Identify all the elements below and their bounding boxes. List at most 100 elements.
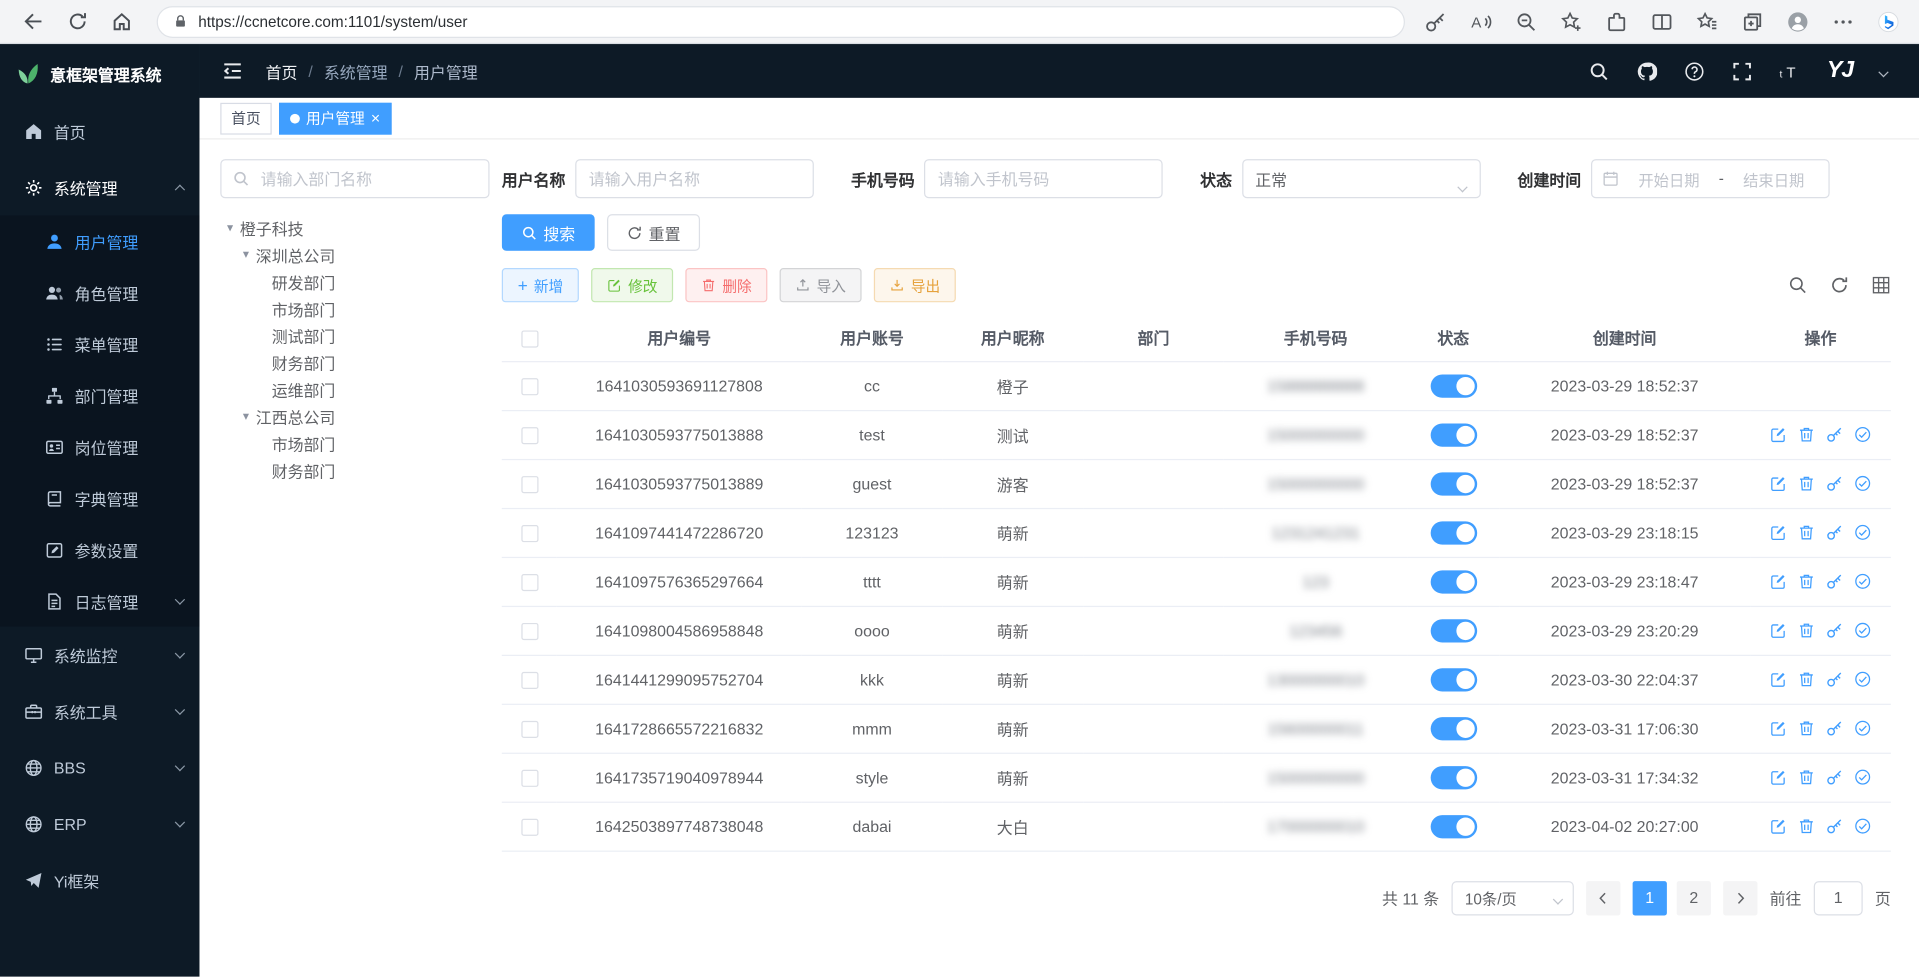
date-range-picker[interactable]: 开始日期 - 结束日期 bbox=[1591, 159, 1830, 198]
sidebar-item-system-management[interactable]: 系统管理 bbox=[0, 159, 199, 215]
menu-fold-icon[interactable] bbox=[222, 60, 244, 82]
breadcrumb-item[interactable]: 系统管理 bbox=[324, 59, 388, 82]
sidebar-item-dict-management[interactable]: 字典管理 bbox=[0, 472, 199, 523]
prev-page-button[interactable] bbox=[1586, 881, 1620, 915]
row-checkbox[interactable] bbox=[521, 623, 538, 640]
sidebar-item-param-settings[interactable]: 参数设置 bbox=[0, 524, 199, 575]
page-button-1[interactable]: 1 bbox=[1633, 881, 1667, 915]
profile-avatar[interactable] bbox=[1787, 10, 1809, 32]
assign-role-icon[interactable] bbox=[1854, 524, 1871, 541]
assign-role-icon[interactable] bbox=[1854, 475, 1871, 492]
tree-node[interactable]: 市场部门 bbox=[220, 295, 489, 322]
reset-password-icon[interactable] bbox=[1826, 818, 1843, 835]
delete-icon[interactable] bbox=[1798, 426, 1815, 443]
tab-close-icon[interactable]: × bbox=[371, 110, 380, 126]
refresh-icon[interactable] bbox=[1830, 275, 1850, 295]
delete-icon[interactable] bbox=[1798, 524, 1815, 541]
row-checkbox[interactable] bbox=[521, 427, 538, 444]
row-checkbox[interactable] bbox=[521, 672, 538, 689]
tab-user-management[interactable]: 用户管理× bbox=[279, 102, 391, 134]
select-all-checkbox[interactable] bbox=[521, 330, 538, 347]
assign-role-icon[interactable] bbox=[1854, 622, 1871, 639]
delete-icon[interactable] bbox=[1798, 818, 1815, 835]
breadcrumb-item[interactable]: 首页 bbox=[266, 59, 298, 82]
tree-expand-caret-icon[interactable]: ▾ bbox=[236, 409, 256, 422]
tree-node[interactable]: 运维部门 bbox=[220, 376, 489, 403]
edit-icon[interactable] bbox=[1770, 622, 1787, 639]
address-bar[interactable]: https://ccnetcore.com:1101/system/user bbox=[157, 6, 1405, 38]
bing-copilot-icon[interactable] bbox=[1877, 10, 1899, 32]
delete-button[interactable]: 删除 bbox=[686, 268, 768, 302]
sidebar-item-user-management[interactable]: 用户管理 bbox=[0, 215, 199, 266]
status-toggle[interactable] bbox=[1430, 423, 1477, 446]
password-key-icon[interactable] bbox=[1425, 10, 1447, 32]
sidebar-item-log-management[interactable]: 日志管理 bbox=[0, 575, 199, 626]
sidebar-item-menu-management[interactable]: 菜单管理 bbox=[0, 318, 199, 369]
search-toggle-icon[interactable] bbox=[1788, 275, 1808, 295]
extensions-icon[interactable] bbox=[1606, 10, 1628, 32]
font-size-icon[interactable]: tT bbox=[1779, 61, 1800, 82]
row-checkbox[interactable] bbox=[521, 378, 538, 395]
favorites-icon[interactable] bbox=[1696, 10, 1718, 32]
export-button[interactable]: 导出 bbox=[874, 268, 956, 302]
tree-node[interactable]: 财务部门 bbox=[220, 456, 489, 483]
read-aloud-icon[interactable]: A bbox=[1470, 10, 1492, 32]
reset-password-icon[interactable] bbox=[1826, 426, 1843, 443]
edit-icon[interactable] bbox=[1770, 720, 1787, 737]
status-toggle[interactable] bbox=[1430, 374, 1477, 397]
delete-icon[interactable] bbox=[1798, 671, 1815, 688]
tree-node[interactable]: ▾江西总公司 bbox=[220, 403, 489, 430]
tree-expand-caret-icon[interactable]: ▾ bbox=[220, 221, 240, 234]
status-toggle[interactable] bbox=[1430, 717, 1477, 740]
fullscreen-icon[interactable] bbox=[1731, 61, 1752, 82]
delete-icon[interactable] bbox=[1798, 475, 1815, 492]
row-checkbox[interactable] bbox=[521, 525, 538, 542]
edit-icon[interactable] bbox=[1770, 818, 1787, 835]
row-checkbox[interactable] bbox=[521, 818, 538, 835]
sidebar-item-dept-management[interactable]: 部门管理 bbox=[0, 370, 199, 421]
tree-node[interactable]: 市场部门 bbox=[220, 430, 489, 457]
row-checkbox[interactable] bbox=[521, 770, 538, 787]
more-options-icon[interactable] bbox=[1832, 10, 1854, 32]
sidebar-item-home[interactable]: 首页 bbox=[0, 103, 199, 159]
row-checkbox[interactable] bbox=[521, 574, 538, 591]
browser-home-button[interactable] bbox=[105, 6, 137, 38]
username-input[interactable] bbox=[575, 159, 814, 198]
status-select[interactable]: 正常 bbox=[1242, 159, 1481, 198]
column-settings-icon[interactable] bbox=[1871, 275, 1891, 295]
help-icon[interactable] bbox=[1684, 61, 1705, 82]
page-size-select[interactable]: 10条/页 bbox=[1451, 881, 1573, 915]
goto-page-input[interactable] bbox=[1814, 881, 1863, 915]
status-toggle[interactable] bbox=[1430, 619, 1477, 642]
assign-role-icon[interactable] bbox=[1854, 426, 1871, 443]
import-button[interactable]: 导入 bbox=[780, 268, 862, 302]
add-favorite-icon[interactable] bbox=[1560, 10, 1582, 32]
phone-input[interactable] bbox=[924, 159, 1163, 198]
delete-icon[interactable] bbox=[1798, 769, 1815, 786]
edit-icon[interactable] bbox=[1770, 524, 1787, 541]
assign-role-icon[interactable] bbox=[1854, 671, 1871, 688]
tree-node[interactable]: 研发部门 bbox=[220, 268, 489, 295]
status-toggle[interactable] bbox=[1430, 766, 1477, 789]
search-button[interactable]: 搜索 bbox=[502, 214, 595, 251]
reset-password-icon[interactable] bbox=[1826, 720, 1843, 737]
next-page-button[interactable] bbox=[1723, 881, 1757, 915]
reset-button[interactable]: 重置 bbox=[607, 214, 700, 251]
sidebar-item-system-tools[interactable]: 系统工具 bbox=[0, 683, 199, 739]
status-toggle[interactable] bbox=[1430, 570, 1477, 593]
delete-icon[interactable] bbox=[1798, 622, 1815, 639]
tree-node[interactable]: ▾橙子科技 bbox=[220, 214, 489, 241]
status-toggle[interactable] bbox=[1430, 472, 1477, 495]
dept-search-input[interactable] bbox=[220, 159, 489, 198]
delete-icon[interactable] bbox=[1798, 573, 1815, 590]
edit-icon[interactable] bbox=[1770, 573, 1787, 590]
tree-node[interactable]: 财务部门 bbox=[220, 349, 489, 376]
assign-role-icon[interactable] bbox=[1854, 769, 1871, 786]
status-toggle[interactable] bbox=[1430, 814, 1477, 837]
assign-role-icon[interactable] bbox=[1854, 573, 1871, 590]
sidebar-item-role-management[interactable]: 角色管理 bbox=[0, 267, 199, 318]
row-checkbox[interactable] bbox=[521, 721, 538, 738]
sidebar-item-yi-framework[interactable]: Yi框架 bbox=[0, 852, 199, 908]
tree-node[interactable]: ▾深圳总公司 bbox=[220, 241, 489, 268]
assign-role-icon[interactable] bbox=[1854, 818, 1871, 835]
